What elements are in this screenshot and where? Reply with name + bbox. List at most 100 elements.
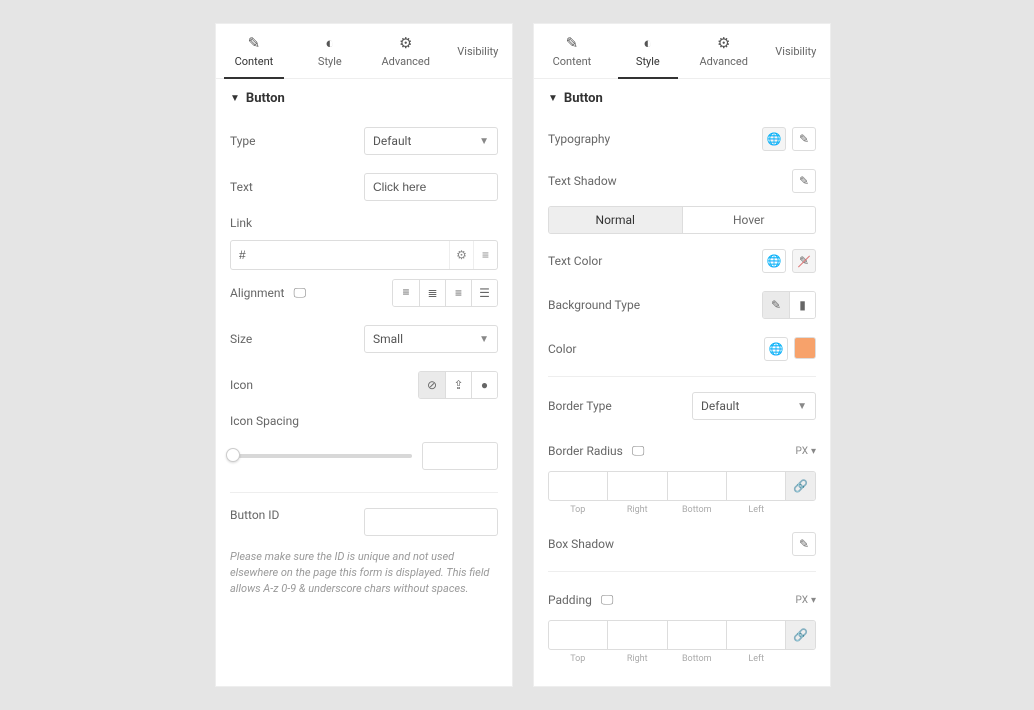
icon-none-button[interactable]: ⊘ [419, 372, 445, 398]
link-dynamic-button[interactable]: ≡ [473, 241, 497, 269]
bg-classic-button[interactable]: ✎ [763, 292, 789, 318]
pencil-icon: ✎ [799, 254, 809, 268]
globe-icon: 🌐 [767, 254, 782, 268]
padding-link-button[interactable]: 🔗 [785, 621, 815, 649]
border-type-row: Border Type Default ▼ [548, 383, 816, 429]
border-radius-right[interactable] [607, 472, 666, 500]
state-normal-button[interactable]: Normal [549, 207, 682, 233]
link-options-button[interactable]: ⚙ [449, 241, 473, 269]
pencil-icon: ✎ [799, 132, 809, 146]
tab-content[interactable]: ✎ Content [216, 24, 292, 78]
icon-spacing-slider[interactable] [230, 454, 412, 458]
align-justify-icon: ☰ [479, 286, 490, 300]
padding-unit[interactable]: PX ▾ [796, 595, 816, 606]
icon-group: ⊘ ⇪ ● [418, 371, 498, 399]
padding-top[interactable] [549, 621, 607, 649]
tab-advanced[interactable]: ⚙ Advanced [686, 24, 762, 78]
section-title: Button [564, 91, 603, 106]
text-color-global-button[interactable]: 🌐 [762, 249, 786, 273]
align-right-button[interactable]: ≡ [445, 280, 471, 306]
padding-right[interactable] [607, 621, 666, 649]
style-panel: ✎ Content ◐ Style ⚙ Advanced Visibility … [533, 23, 831, 687]
padding-left[interactable] [726, 621, 785, 649]
tab-visibility[interactable]: Visibility [444, 24, 512, 78]
text-shadow-row: Text Shadow ✎ [548, 160, 816, 202]
divider [230, 492, 498, 493]
tab-label: Visibility [457, 45, 498, 58]
border-type-value: Default [701, 399, 739, 413]
button-id-label: Button ID [230, 508, 279, 522]
type-select[interactable]: Default ▼ [364, 127, 498, 155]
desktop-icon[interactable]: 🖵 [293, 286, 306, 301]
type-row: Type Default ▼ [230, 118, 498, 164]
box-shadow-label: Box Shadow [548, 537, 614, 551]
border-radius-top[interactable] [549, 472, 607, 500]
icon-upload-button[interactable]: ⇪ [445, 372, 471, 398]
pencil-icon: ✎ [566, 34, 579, 52]
button-id-row: Button ID ≡ [230, 499, 498, 545]
border-radius-dim-labels: Top Right Bottom Left [548, 505, 816, 515]
text-row: Text ≡ [230, 164, 498, 210]
padding-header: Padding 🖵 PX ▾ [548, 578, 816, 614]
align-left-icon: ≡ [402, 286, 409, 300]
text-label: Text [230, 180, 253, 194]
icon-library-button[interactable]: ● [471, 372, 497, 398]
text-input[interactable] [365, 174, 536, 200]
typography-global-button[interactable]: 🌐 [762, 127, 786, 151]
border-radius-unit[interactable]: PX ▾ [796, 446, 816, 457]
border-type-select[interactable]: Default ▼ [692, 392, 816, 420]
text-shadow-edit-button[interactable]: ✎ [792, 169, 816, 193]
size-row: Size Small ▼ [230, 316, 498, 362]
pencil-icon: ✎ [799, 537, 809, 551]
text-color-label: Text Color [548, 254, 602, 268]
bg-type-row: Background Type ✎ ▮ [548, 282, 816, 328]
border-radius-link-button[interactable]: 🔗 [785, 472, 815, 500]
link-icon: 🔗 [793, 628, 808, 642]
tab-style[interactable]: ◐ Style [292, 24, 368, 78]
icon-label: Icon [230, 378, 253, 392]
border-type-label: Border Type [548, 399, 612, 413]
link-row: Link ⚙ ≡ [230, 210, 498, 270]
icon-spacing-label: Icon Spacing [230, 408, 498, 434]
slider-thumb[interactable] [226, 448, 240, 462]
tab-advanced[interactable]: ⚙ Advanced [368, 24, 444, 78]
border-radius-bottom[interactable] [667, 472, 726, 500]
align-justify-button[interactable]: ☰ [471, 280, 497, 306]
align-left-button[interactable]: ≡ [393, 280, 419, 306]
border-radius-label: Border Radius 🖵 [548, 444, 644, 459]
globe-icon: 🌐 [769, 342, 784, 356]
database-icon: ≡ [482, 248, 489, 262]
align-center-button[interactable]: ≣ [419, 280, 445, 306]
typography-label: Typography [548, 132, 610, 146]
divider [548, 376, 816, 377]
tabs: ✎ Content ◐ Style ⚙ Advanced Visibility [534, 24, 830, 79]
padding-bottom[interactable] [667, 621, 726, 649]
desktop-icon[interactable]: 🖵 [601, 593, 614, 608]
tab-visibility[interactable]: Visibility [762, 24, 830, 78]
typography-edit-button[interactable]: ✎ [792, 127, 816, 151]
state-hover-button[interactable]: Hover [682, 207, 816, 233]
button-id-note: Please make sure the ID is unique and no… [230, 545, 498, 597]
tab-content[interactable]: ✎ Content [534, 24, 610, 78]
globe-icon: 🌐 [767, 132, 782, 146]
state-segmented: Normal Hover [548, 206, 816, 234]
section-header-button[interactable]: ▼ Button [534, 79, 830, 114]
size-select[interactable]: Small ▼ [364, 325, 498, 353]
border-radius-header: Border Radius 🖵 PX ▾ [548, 429, 816, 465]
box-shadow-edit-button[interactable]: ✎ [792, 532, 816, 556]
tab-style[interactable]: ◐ Style [610, 24, 686, 78]
color-global-button[interactable]: 🌐 [764, 337, 788, 361]
desktop-icon[interactable]: 🖵 [632, 444, 645, 459]
color-label: Color [548, 342, 576, 356]
section-header-button[interactable]: ▼ Button [216, 79, 512, 114]
text-color-picker[interactable]: ✎ [792, 249, 816, 273]
upload-icon: ⇪ [453, 378, 463, 392]
tab-label: Style [636, 55, 660, 68]
bg-gradient-button[interactable]: ▮ [789, 292, 815, 318]
border-radius-left[interactable] [726, 472, 785, 500]
color-swatch[interactable] [794, 337, 816, 359]
link-input[interactable] [231, 248, 449, 262]
button-id-input[interactable] [365, 509, 536, 535]
padding-inputs: 🔗 [548, 620, 816, 650]
tab-label: Content [235, 55, 274, 68]
